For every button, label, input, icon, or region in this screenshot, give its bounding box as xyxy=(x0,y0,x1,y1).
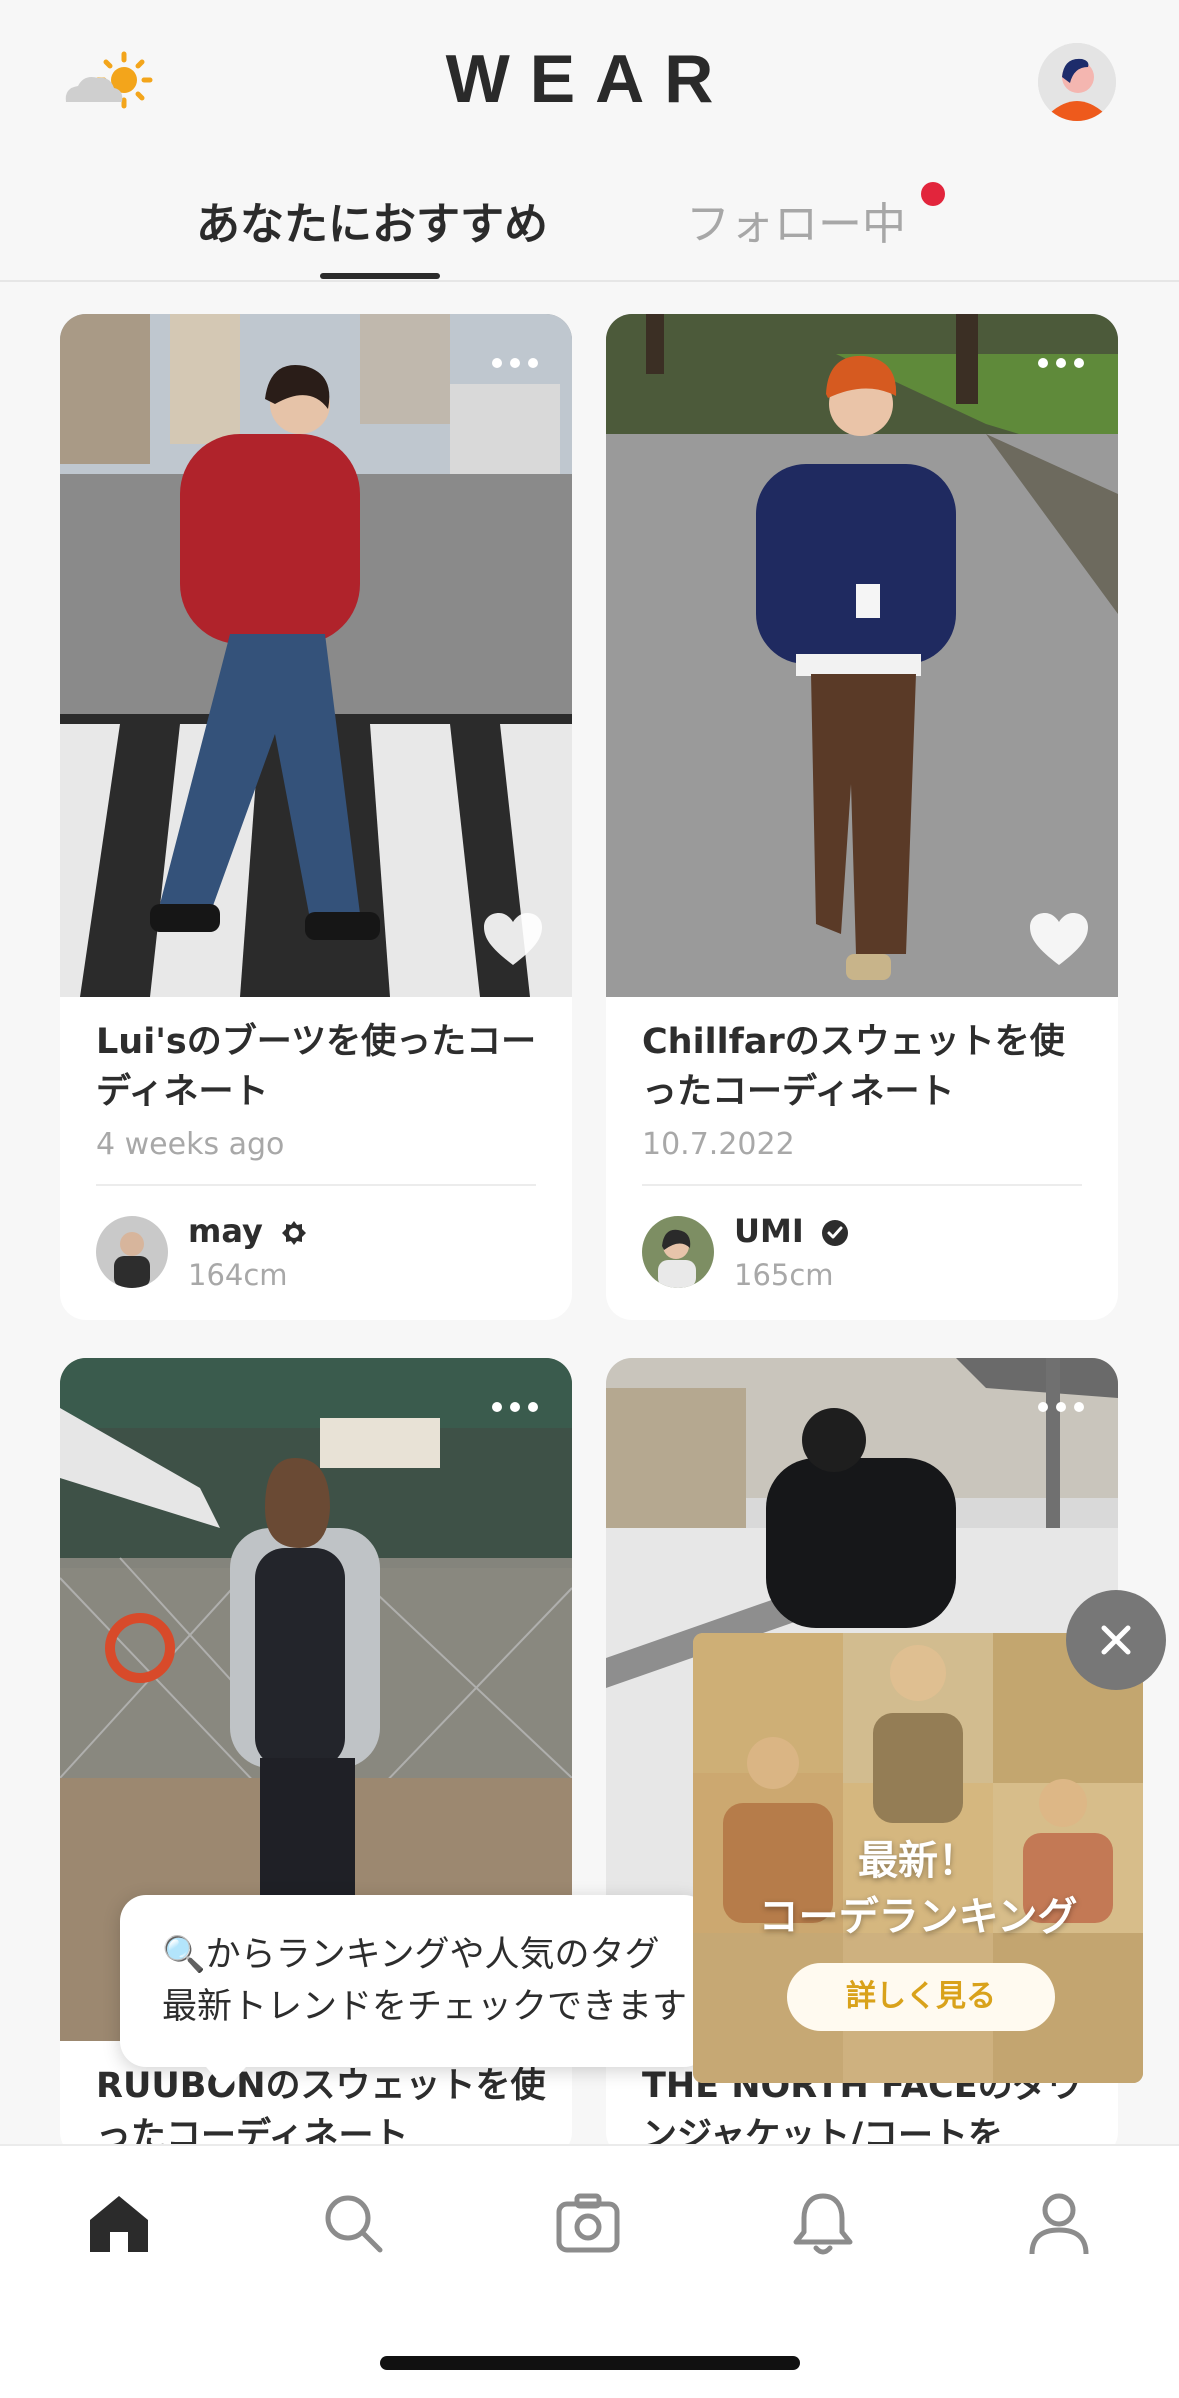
more-icon[interactable] xyxy=(490,1400,540,1414)
post-date: 10.7.2022 xyxy=(642,1127,795,1162)
tooltip-text: 🔍からランキングや人気のタグ 最新トレンドをチェックできます xyxy=(162,1935,688,2027)
user-avatar[interactable] xyxy=(642,1216,714,1288)
user-height: 164cm xyxy=(188,1258,288,1292)
active-tab-indicator xyxy=(320,273,440,279)
more-icon[interactable] xyxy=(1036,356,1086,370)
notification-dot xyxy=(921,182,945,206)
user-name-row[interactable]: may xyxy=(188,1212,308,1250)
close-icon xyxy=(1101,1625,1131,1655)
home-icon[interactable] xyxy=(84,2188,154,2258)
user-avatar[interactable] xyxy=(96,1216,168,1288)
header: WEAR あなたにおすすめ フォロー中 xyxy=(0,0,1179,282)
verified-badge-icon xyxy=(821,1220,848,1246)
camera-icon[interactable] xyxy=(553,2188,623,2258)
app-logo: WEAR xyxy=(445,41,734,117)
home-indicator xyxy=(380,2356,800,2370)
search-icon[interactable] xyxy=(318,2188,388,2258)
tab-recommended[interactable]: あなたにおすすめ xyxy=(196,188,548,252)
tab-following[interactable]: フォロー中 xyxy=(686,188,906,252)
more-icon[interactable] xyxy=(1036,1400,1086,1414)
search-hint-tooltip[interactable]: 🔍からランキングや人気のタグ 最新トレンドをチェックできます xyxy=(120,1895,710,2067)
post-card[interactable]: Lui'sのブーツを使ったコーディネート 4 weeks ago may 164… xyxy=(60,314,572,1320)
divider xyxy=(642,1184,1082,1186)
banner-headline: 最新！ コーデランキング xyxy=(758,1838,1078,1940)
see-more-button[interactable]: 詳しく見る xyxy=(787,1963,1055,2031)
user-height: 165cm xyxy=(734,1258,834,1292)
post-card[interactable]: Chillfarのスウェットを使ったコーディネート 10.7.2022 UMI … xyxy=(606,314,1118,1320)
ranking-banner[interactable]: 最新！ コーデランキング 詳しく見る xyxy=(693,1633,1143,2083)
post-date: 4 weeks ago xyxy=(96,1127,285,1162)
post-photo[interactable] xyxy=(606,314,1118,997)
official-badge-icon xyxy=(281,1221,306,1245)
user-name-row[interactable]: UMI xyxy=(734,1212,849,1250)
post-title: Lui'sのブーツを使ったコーディネート xyxy=(96,1022,537,1112)
bell-icon[interactable] xyxy=(788,2188,858,2258)
close-banner-button[interactable] xyxy=(1066,1590,1166,1690)
heart-icon[interactable] xyxy=(1028,911,1090,967)
heart-icon[interactable] xyxy=(482,911,544,967)
tooltip-pointer xyxy=(200,2060,252,2090)
post-photo[interactable] xyxy=(60,314,572,997)
profile-icon[interactable] xyxy=(1024,2188,1094,2258)
divider xyxy=(96,1184,536,1186)
post-title: Chillfarのスウェットを使ったコーディネート xyxy=(642,1022,1065,1112)
user-name: may xyxy=(188,1212,263,1250)
user-avatar[interactable] xyxy=(1038,43,1116,121)
user-name: UMI xyxy=(734,1212,804,1250)
more-icon[interactable] xyxy=(490,356,540,370)
